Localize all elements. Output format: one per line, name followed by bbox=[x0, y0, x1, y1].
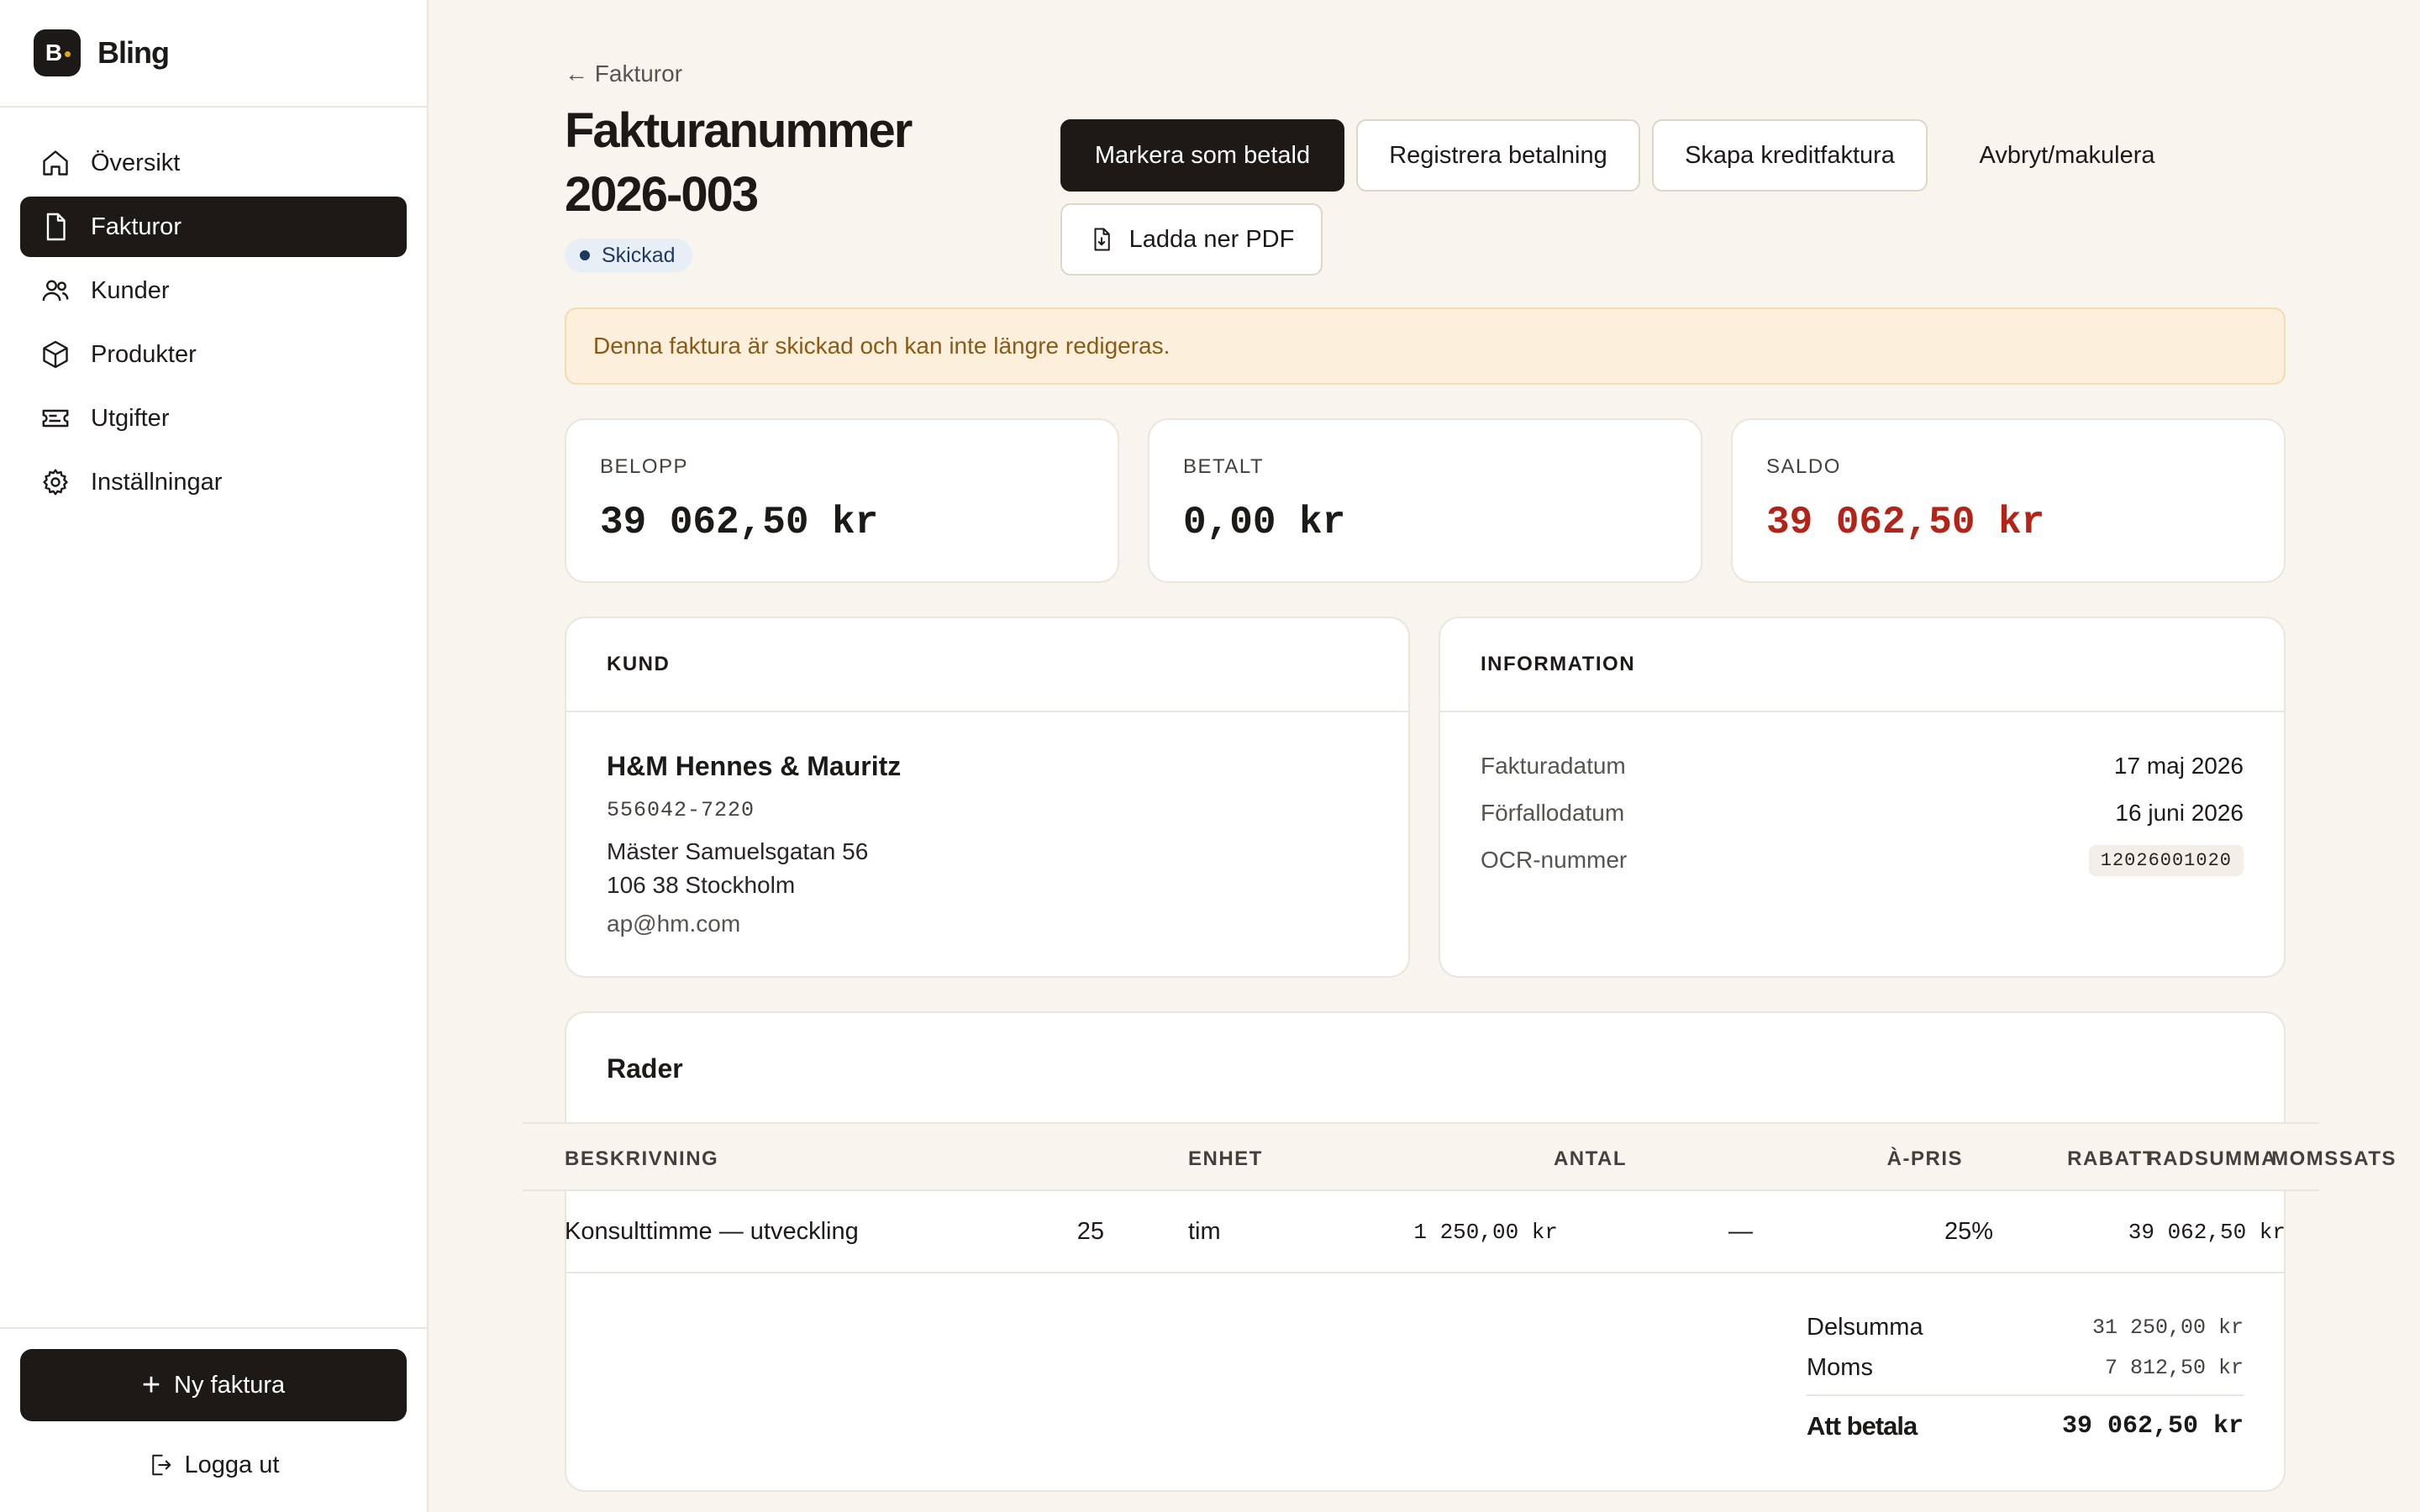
gear-icon bbox=[43, 469, 68, 496]
cancel-invoice-button[interactable]: Avbryt/makulera bbox=[1939, 119, 2195, 192]
register-payment-button[interactable]: Registrera betalning bbox=[1356, 119, 1640, 192]
amount-value: 39 062,50 kr bbox=[600, 501, 879, 544]
row-quantity: 25 bbox=[1076, 1218, 1104, 1245]
information-heading: INFORMATION bbox=[1440, 618, 2284, 712]
vat-value: 7 812,50 kr bbox=[2104, 1356, 2244, 1380]
sidebar: B Bling Översikt Fakturor Kunder Produkt… bbox=[0, 0, 429, 1512]
total-label: Att betala bbox=[1807, 1411, 1918, 1441]
due-date-row: Förfallodatum 16 juni 2026 bbox=[1481, 796, 2244, 830]
vat-row: Moms 7 812,50 kr bbox=[1807, 1354, 2244, 1382]
customer-org-number: 556042-7220 bbox=[607, 798, 755, 822]
col-vat-rate: MOMSSATS bbox=[2271, 1147, 2396, 1170]
subtotal-value: 31 250,00 kr bbox=[2091, 1315, 2244, 1340]
totals-divider bbox=[1807, 1394, 2244, 1396]
invoice-date-row: Fakturadatum 17 maj 2026 bbox=[1481, 749, 2244, 783]
sidebar-item-oversikt[interactable]: Översikt bbox=[20, 133, 407, 193]
information-card: INFORMATION Fakturadatum 17 maj 2026 För… bbox=[1439, 617, 2286, 978]
balance-value: 39 062,50 kr bbox=[1766, 501, 2045, 544]
subtotal-label: Delsumma bbox=[1807, 1314, 1923, 1341]
brand-logo: B bbox=[34, 29, 81, 76]
vat-label: Moms bbox=[1807, 1354, 1873, 1381]
paid-label: BETALT bbox=[1183, 455, 1265, 478]
col-discount: RABATT bbox=[2067, 1147, 2156, 1170]
amount-label: BELOPP bbox=[600, 455, 689, 478]
users-icon bbox=[42, 280, 69, 302]
balance-card: SALDO 39 062,50 kr bbox=[1731, 418, 2286, 583]
logout-label: Logga ut bbox=[184, 1451, 280, 1478]
col-description: BESKRIVNING bbox=[565, 1147, 719, 1170]
ocr-row: OCR-nummer 12026001020 bbox=[1481, 843, 2244, 877]
col-unit: ENHET bbox=[1188, 1147, 1263, 1170]
customer-city: 106 38 Stockholm bbox=[607, 872, 796, 898]
credit-invoice-button[interactable]: Skapa kreditfaktura bbox=[1652, 119, 1928, 192]
table-row: Konsulttimme — utveckling 25 tim 1 250,0… bbox=[565, 1189, 2286, 1273]
status-dot-icon bbox=[580, 250, 590, 260]
due-date-label: Förfallodatum bbox=[1481, 800, 1625, 826]
customer-email[interactable]: ap@hm.com bbox=[607, 911, 740, 937]
brand[interactable]: B Bling bbox=[0, 0, 427, 108]
sidebar-item-utgifter[interactable]: Utgifter bbox=[20, 388, 407, 449]
sidebar-footer: + Ny faktura Logga ut bbox=[0, 1327, 427, 1512]
sidebar-item-label: Utgifter bbox=[91, 404, 170, 432]
due-date-value: 16 juni 2026 bbox=[2115, 800, 2244, 826]
customer-card: KUND H&M Hennes & Mauritz 556042-7220 Mä… bbox=[565, 617, 1410, 978]
total-row: Att betala 39 062,50 kr bbox=[1807, 1411, 2244, 1441]
ocr-label: OCR-nummer bbox=[1481, 847, 1628, 873]
sidebar-item-fakturor[interactable]: Fakturor bbox=[20, 197, 407, 257]
download-pdf-label: Ladda ner PDF bbox=[1128, 225, 1295, 253]
row-description: Konsulttimme — utveckling bbox=[565, 1218, 859, 1245]
brand-name: Bling bbox=[97, 35, 170, 70]
row-vat-rate: 25% bbox=[1944, 1218, 1993, 1245]
balance-label: SALDO bbox=[1766, 455, 1841, 478]
locked-alert: Denna faktura är skickad och kan inte lä… bbox=[565, 307, 2286, 385]
amount-card: BELOPP 39 062,50 kr bbox=[565, 418, 1119, 583]
subtotal-row: Delsumma 31 250,00 kr bbox=[1807, 1314, 2244, 1341]
new-invoice-button[interactable]: + Ny faktura bbox=[20, 1349, 407, 1421]
sidebar-item-label: Produkter bbox=[91, 340, 197, 368]
row-total: 39 062,50 kr bbox=[2128, 1220, 2286, 1245]
sidebar-nav: Översikt Fakturor Kunder Produkter Utgif… bbox=[0, 108, 427, 541]
customer-address: Mäster Samuelsgatan 56 106 38 Stockholm bbox=[607, 835, 868, 902]
total-value: 39 062,50 kr bbox=[2061, 1412, 2244, 1441]
sidebar-item-label: Fakturor bbox=[91, 213, 182, 240]
plus-icon: + bbox=[141, 1367, 161, 1403]
sidebar-item-kunder[interactable]: Kunder bbox=[20, 260, 407, 321]
sidebar-item-label: Inställningar bbox=[91, 468, 223, 496]
home-icon bbox=[43, 150, 68, 176]
customer-name[interactable]: H&M Hennes & Mauritz bbox=[607, 751, 901, 782]
col-unit-price: À-PRIS bbox=[1886, 1147, 1963, 1170]
logout-icon bbox=[151, 1454, 171, 1476]
status-badge: Skickad bbox=[565, 239, 692, 272]
sidebar-item-installningar[interactable]: Inställningar bbox=[20, 452, 407, 512]
page-title: Fakturanummer 2026-003 bbox=[565, 103, 913, 222]
customer-heading: KUND bbox=[566, 618, 1408, 712]
sidebar-item-label: Kunder bbox=[91, 276, 170, 304]
download-file-icon bbox=[1094, 228, 1110, 251]
row-unit-price: 1 250,00 kr bbox=[1413, 1220, 1558, 1245]
logout-button[interactable]: Logga ut bbox=[20, 1440, 407, 1490]
paid-card: BETALT 0,00 kr bbox=[1148, 418, 1702, 583]
row-unit: tim bbox=[1188, 1218, 1221, 1245]
invoice-date-label: Fakturadatum bbox=[1481, 753, 1626, 779]
col-row-total: RADSUMMA bbox=[2147, 1147, 2277, 1170]
paid-value: 0,00 kr bbox=[1183, 501, 1346, 544]
row-discount: — bbox=[1728, 1218, 1753, 1245]
back-link[interactable]: ← Fakturor bbox=[565, 60, 682, 87]
box-icon bbox=[43, 340, 68, 369]
customer-street: Mäster Samuelsgatan 56 bbox=[607, 838, 869, 864]
receipt-icon bbox=[42, 409, 69, 428]
table-header: BESKRIVNING ANTAL ENHET À-PRIS RABATT MO… bbox=[523, 1122, 2396, 1191]
status-label: Skickad bbox=[602, 243, 676, 267]
invoice-date-value: 17 maj 2026 bbox=[2113, 753, 2244, 779]
col-quantity: ANTAL bbox=[1553, 1147, 1627, 1170]
document-icon bbox=[46, 213, 66, 241]
rows-title: Rader bbox=[607, 1053, 683, 1084]
mark-paid-button[interactable]: Markera som betald bbox=[1060, 119, 1344, 192]
ocr-value: 12026001020 bbox=[2088, 844, 2244, 876]
sidebar-item-produkter[interactable]: Produkter bbox=[20, 324, 407, 385]
download-pdf-button[interactable]: Ladda ner PDF bbox=[1060, 203, 1323, 276]
sidebar-item-label: Översikt bbox=[91, 149, 181, 176]
new-invoice-label: Ny faktura bbox=[174, 1371, 286, 1399]
